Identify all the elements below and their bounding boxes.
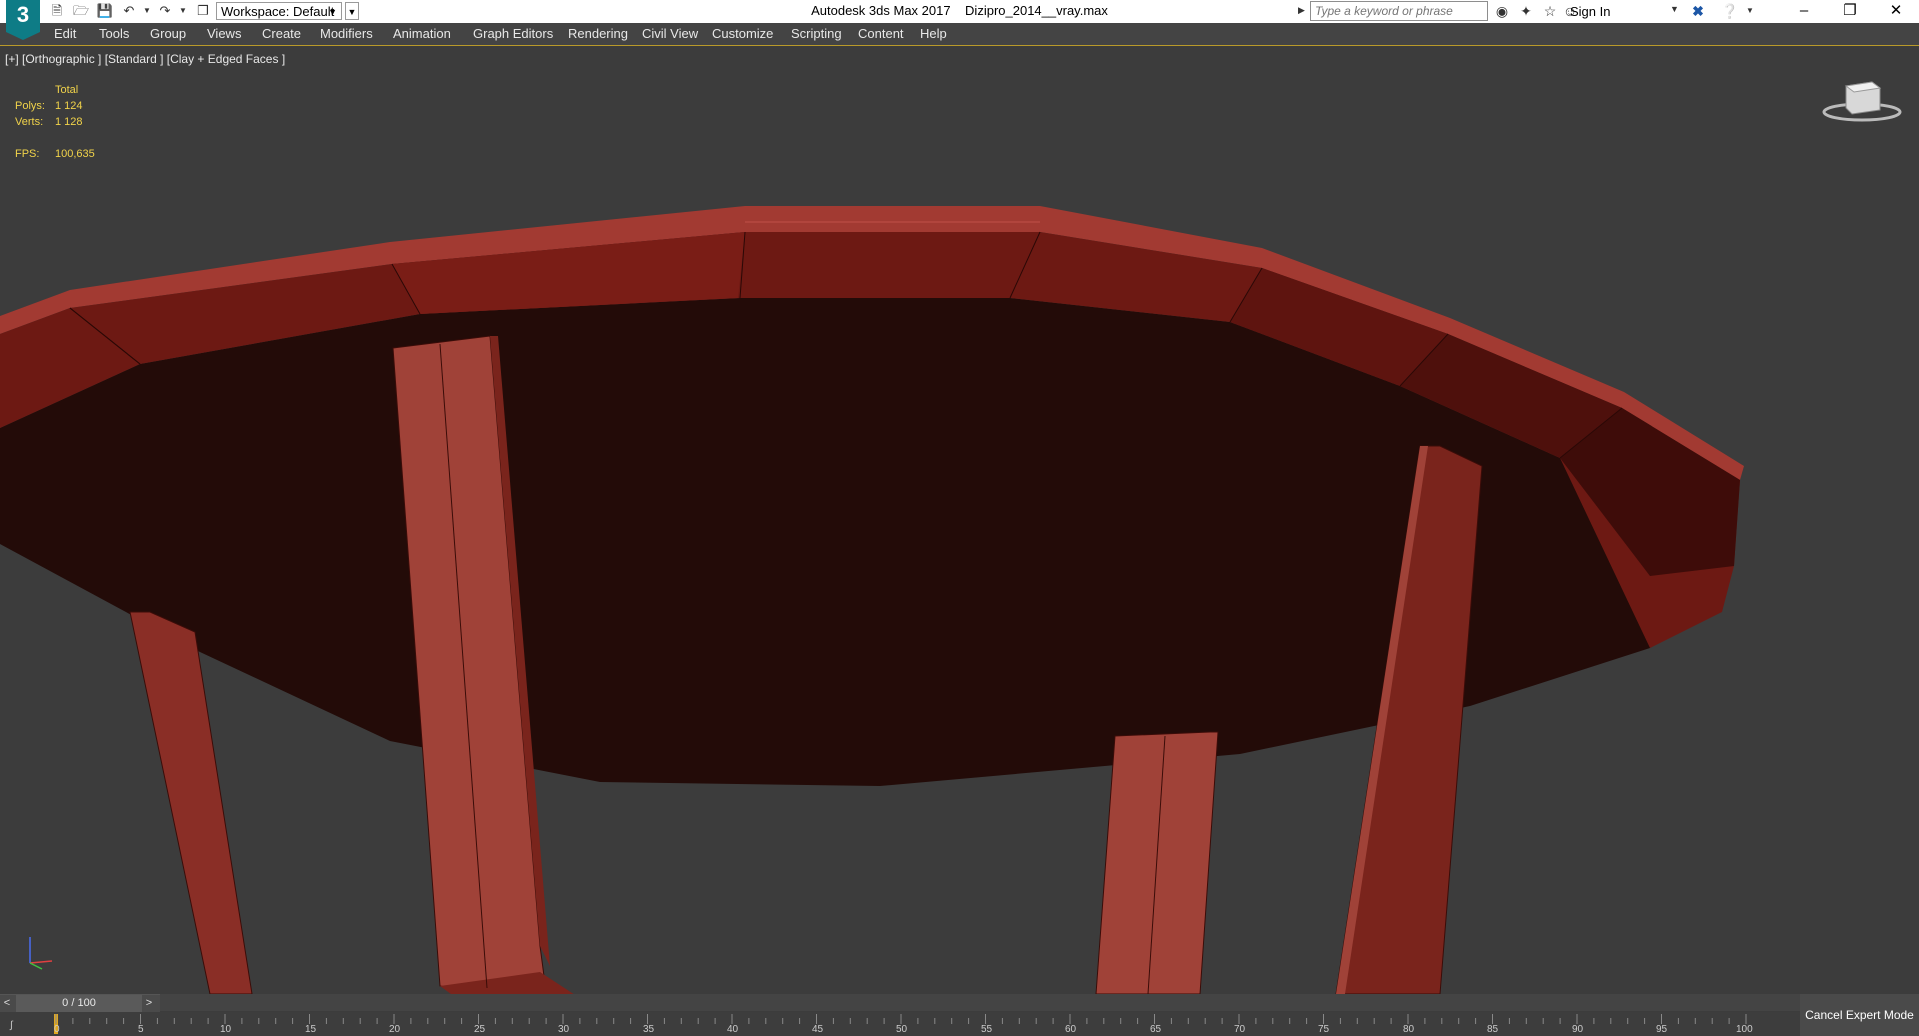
scene-render[interactable]	[0, 46, 1919, 994]
stats-fps-value: 100,635	[55, 148, 95, 160]
tick-label: 65	[1150, 1024, 1162, 1035]
stats-total-header: Total	[55, 84, 79, 96]
menu-content[interactable]: Content	[858, 26, 904, 41]
tick-label: 100	[1736, 1024, 1753, 1035]
help-dropdown-icon[interactable]: ▼	[1740, 2, 1760, 20]
cancel-expert-mode-button[interactable]: Cancel Expert Mode	[1800, 994, 1919, 1036]
menu-help[interactable]: Help	[920, 26, 947, 41]
tick-label: 20	[389, 1024, 401, 1035]
menu-graph-editors[interactable]: Graph Editors	[473, 26, 553, 41]
tick-label: 85	[1487, 1024, 1499, 1035]
app-logo-icon[interactable]: 3	[6, 0, 40, 40]
tick-label: 25	[474, 1024, 486, 1035]
tick-label: 80	[1403, 1024, 1415, 1035]
redo-dropdown-icon[interactable]: ▼	[174, 3, 192, 19]
tick-label: 10	[220, 1024, 232, 1035]
menu-tools[interactable]: Tools	[99, 26, 129, 41]
time-slider[interactable]: < 0 / 100 >	[0, 994, 160, 1012]
undo-dropdown-icon[interactable]: ▼	[138, 3, 156, 19]
menu-animation[interactable]: Animation	[393, 26, 451, 41]
restore-button[interactable]: ❐	[1827, 0, 1873, 23]
prev-frame-icon[interactable]: <	[0, 995, 14, 1012]
tick-label: 40	[727, 1024, 739, 1035]
chevron-down-icon: ▼	[328, 7, 337, 17]
mini-curve-editor-icon[interactable]: ∫	[10, 1020, 13, 1031]
tick-label: 45	[812, 1024, 824, 1035]
viewport-label[interactable]: [+] [Orthographic ] [Standard ] [Clay + …	[5, 52, 285, 66]
sign-in-dropdown-icon[interactable]: ▼	[1670, 4, 1679, 14]
open-file-icon[interactable]: 🗁	[72, 3, 90, 19]
menu-customize[interactable]: Customize	[712, 26, 773, 41]
menu-modifiers[interactable]: Modifiers	[320, 26, 373, 41]
tick-label: 70	[1234, 1024, 1246, 1035]
workspace-label: Workspace: Default	[221, 4, 335, 19]
settings-icon[interactable]: ✦	[1516, 2, 1536, 20]
menu-create[interactable]: Create	[262, 26, 301, 41]
project-icon[interactable]: ❐	[194, 3, 212, 19]
tick-label: 50	[896, 1024, 908, 1035]
redo-icon[interactable]: ↷	[156, 3, 174, 19]
timeline: < 0 / 100 > 0 5 10 15 20 25 30 35 40 45 …	[0, 994, 1800, 1036]
customize-quick-access-icon[interactable]: ▼	[345, 2, 359, 20]
help-icon[interactable]: ❔	[1720, 2, 1740, 20]
undo-icon[interactable]: ↶	[120, 3, 138, 19]
search-box: ▶	[1298, 1, 1490, 21]
tick-label: 95	[1656, 1024, 1668, 1035]
table-leg-far-left[interactable]	[129, 611, 253, 994]
tick-label: 5	[138, 1024, 144, 1035]
perspective-viewport[interactable]: [+] [Orthographic ] [Standard ] [Clay + …	[0, 46, 1919, 994]
viewcube-icon[interactable]	[1822, 76, 1902, 126]
sign-in-link[interactable]: Sign In	[1570, 4, 1610, 19]
tick-label: 55	[981, 1024, 993, 1035]
menu-civil-view[interactable]: Civil View	[642, 26, 698, 41]
menu-group[interactable]: Group	[150, 26, 186, 41]
time-slider-track[interactable]	[160, 994, 1800, 1011]
stats-verts-label: Verts:	[15, 116, 44, 128]
workspace-dropdown[interactable]: Workspace: Default ▼	[216, 2, 342, 20]
menu-bar: Edit Tools Group Views Create Modifiers …	[0, 23, 1919, 46]
tick-label: 75	[1318, 1024, 1330, 1035]
file-name: Dizipro_2014__vray.max	[965, 3, 1108, 18]
save-icon[interactable]: 💾	[96, 3, 114, 19]
menu-edit[interactable]: Edit	[54, 26, 76, 41]
tick-label: 0	[54, 1024, 60, 1035]
next-frame-icon[interactable]: >	[142, 995, 156, 1012]
tick-label: 90	[1572, 1024, 1584, 1035]
exchange-icon[interactable]: ✖	[1688, 2, 1708, 20]
stats-polys-value: 1 124	[55, 100, 83, 112]
new-file-icon[interactable]: 🗎	[48, 3, 66, 19]
star-icon[interactable]: ☆	[1540, 2, 1560, 20]
app-title: Autodesk 3ds Max 2017	[811, 3, 951, 18]
search-input[interactable]	[1310, 1, 1488, 21]
stats-polys-label: Polys:	[15, 100, 45, 112]
tick-label: 15	[305, 1024, 317, 1035]
time-slider-value[interactable]: 0 / 100	[16, 995, 142, 1012]
menu-rendering[interactable]: Rendering	[568, 26, 628, 41]
stats-verts-value: 1 128	[55, 116, 83, 128]
axis-gizmo-icon	[29, 937, 53, 970]
stats-fps-label: FPS:	[15, 148, 40, 160]
close-button[interactable]: ✕	[1873, 0, 1919, 23]
tick-label: 35	[643, 1024, 655, 1035]
title-bar: 3 🗎 🗁 💾 ↶ ▼ ↷ ▼ ❐ Workspace: Default ▼ ▼…	[0, 0, 1919, 40]
tick-label: 60	[1065, 1024, 1077, 1035]
binoculars-icon[interactable]: ◉	[1492, 2, 1512, 20]
search-expand-icon[interactable]: ▶	[1298, 5, 1305, 16]
menu-views[interactable]: Views	[207, 26, 241, 41]
menu-scripting[interactable]: Scripting	[791, 26, 842, 41]
track-bar[interactable]: 0 5 10 15 20 25 30 35 40 45 50 55 60 65 …	[0, 1012, 1800, 1036]
tick-label: 30	[558, 1024, 570, 1035]
minimize-button[interactable]: –	[1781, 0, 1827, 23]
